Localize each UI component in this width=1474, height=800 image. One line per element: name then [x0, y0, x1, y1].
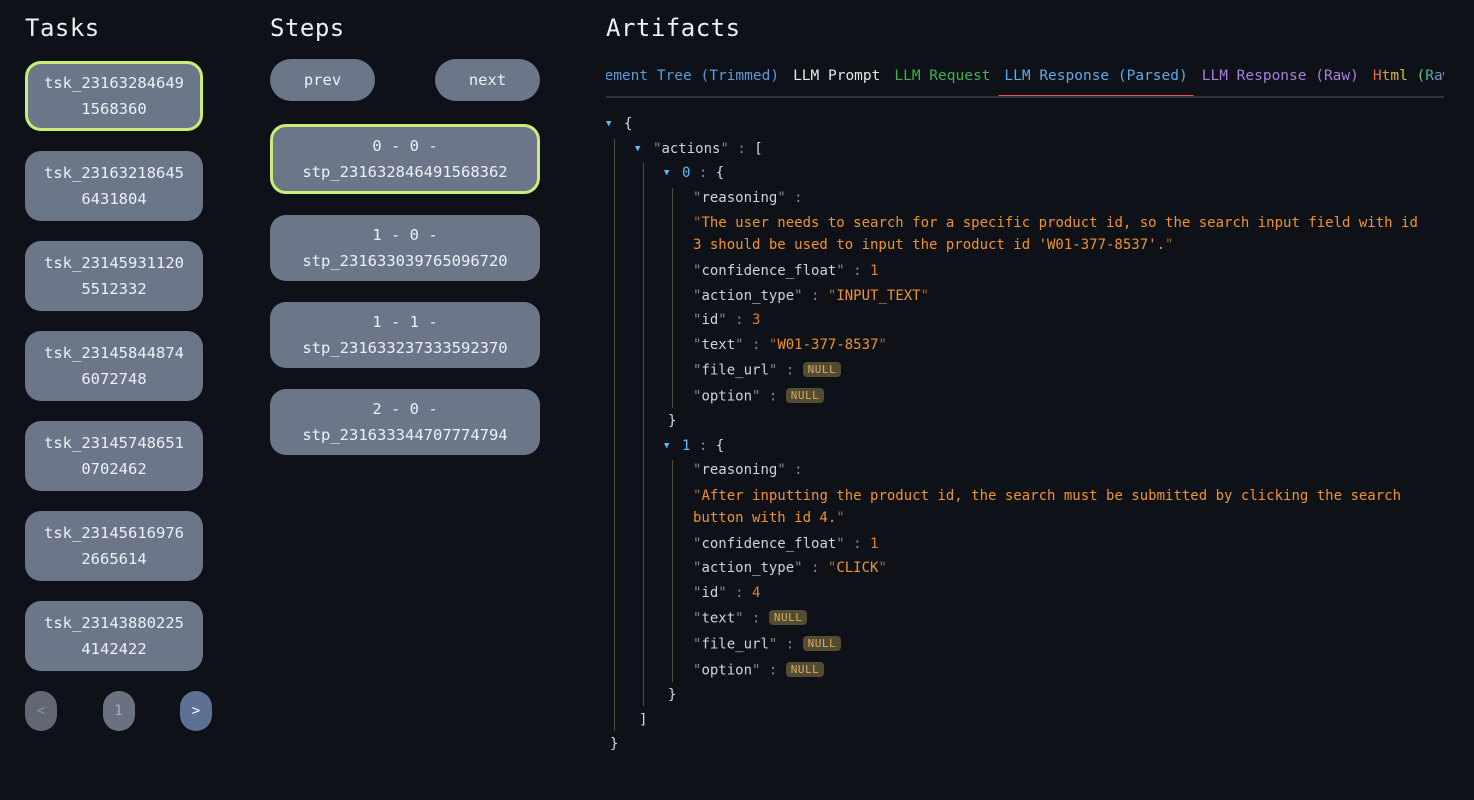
prev-step-button[interactable]: prev — [270, 59, 375, 101]
json-line: "reasoning" : — [693, 188, 1444, 209]
task-item[interactable]: tsk_231632186456431804 — [25, 151, 203, 221]
tab-llm-prompt[interactable]: LLM Prompt — [793, 68, 880, 96]
json-line: } — [606, 734, 1444, 755]
json-value: 1 — [870, 536, 878, 552]
json-children: ▼"actions" : [ ▼0 : { "reasoning" : "The us… — [614, 139, 1444, 731]
json-key: actions — [661, 141, 720, 157]
json-line: "file_url" : NULL — [693, 359, 1444, 382]
json-key: confidence_float — [701, 263, 836, 279]
null-badge: NULL — [786, 662, 825, 677]
tasks-title: Tasks — [25, 14, 213, 42]
json-line: "action_type" : "CLICK" — [693, 558, 1444, 579]
json-key: reasoning — [701, 190, 777, 206]
step-nav: prev next — [270, 59, 540, 101]
json-value: "The user needs to search for a specific… — [693, 212, 1423, 256]
json-value: 1 — [870, 263, 878, 279]
json-value: CLICK — [836, 560, 878, 576]
json-line: ▼1 : { — [664, 436, 1444, 457]
json-line: "text" : "W01-377-8537" — [693, 335, 1444, 356]
json-tree-viewer: ▼{ ▼"actions" : [ ▼0 : { "reasoning" : "The … — [606, 114, 1444, 755]
json-line: "action_type" : "INPUT_TEXT" — [693, 286, 1444, 307]
tasks-pagination: < 1 > — [25, 691, 212, 731]
steps-panel: Steps prev next 0 - 0 - stp_231632846491… — [270, 0, 540, 455]
tab-llm-request[interactable]: LLM Request — [894, 68, 990, 96]
step-item[interactable]: 1 - 1 - stp_231633237333592370 — [270, 302, 540, 368]
collapse-toggle-icon[interactable]: ▼ — [664, 163, 682, 184]
pagination-next-button[interactable]: > — [180, 691, 212, 731]
json-line: "option" : NULL — [693, 659, 1444, 682]
json-value: 4 — [752, 585, 760, 601]
json-value: 3 — [752, 312, 760, 328]
null-badge: NULL — [803, 362, 842, 377]
step-item[interactable]: 0 - 0 - stp_231632846491568362 — [270, 124, 540, 194]
collapse-toggle-icon[interactable]: ▼ — [664, 436, 682, 457]
task-item[interactable]: tsk_231457486510702462 — [25, 421, 203, 491]
json-key: text — [701, 611, 735, 627]
json-key: action_type — [701, 560, 794, 576]
collapse-toggle-icon[interactable]: ▼ — [635, 139, 653, 160]
tab-element-tree-trimmed[interactable]: Element Tree (Trimmed) — [606, 68, 779, 96]
json-value: "After inputting the product id, the sea… — [693, 485, 1423, 529]
json-line: } — [664, 685, 1444, 706]
json-line: "confidence_float" : 1 — [693, 261, 1444, 282]
json-line: ▼{ — [606, 114, 1444, 135]
json-value: W01-377-8537 — [777, 337, 878, 353]
json-key: id — [701, 312, 718, 328]
json-line: "option" : NULL — [693, 385, 1444, 408]
null-badge: NULL — [803, 636, 842, 651]
tab-llm-response-raw[interactable]: LLM Response (Raw) — [1202, 68, 1359, 96]
json-line: } — [664, 411, 1444, 432]
task-item[interactable]: tsk_231438802254142422 — [25, 601, 203, 671]
json-key: action_type — [701, 288, 794, 304]
json-line: ▼"actions" : [ — [635, 139, 1444, 160]
json-line: "id" : 3 — [693, 310, 1444, 331]
json-line: ] — [635, 710, 1444, 731]
json-children: "reasoning" : "The user needs to search f… — [672, 188, 1444, 408]
json-line: "id" : 4 — [693, 583, 1444, 604]
artifacts-title: Artifacts — [606, 14, 1444, 42]
task-list: tsk_231632846491568360 tsk_23163218645643… — [25, 61, 203, 671]
json-key: option — [701, 389, 752, 405]
next-step-button[interactable]: next — [435, 59, 540, 101]
task-item[interactable]: tsk_231632846491568360 — [25, 61, 203, 131]
json-line: "reasoning" : — [693, 460, 1444, 481]
null-badge: NULL — [786, 388, 825, 403]
pagination-page-button[interactable]: 1 — [103, 691, 135, 731]
json-key: file_url — [701, 363, 768, 379]
pagination-prev-button[interactable]: < — [25, 691, 57, 731]
tab-llm-response-parsed[interactable]: LLM Response (Parsed) — [1004, 68, 1187, 96]
tasks-panel: Tasks tsk_231632846491568360 tsk_23163218… — [25, 0, 213, 731]
json-key: file_url — [701, 637, 768, 653]
task-item[interactable]: tsk_231459311205512332 — [25, 241, 203, 311]
json-key: text — [701, 337, 735, 353]
json-line: "file_url" : NULL — [693, 633, 1444, 656]
artifacts-panel: Artifacts Element Tree (Trimmed) LLM Prom… — [606, 0, 1444, 759]
artifacts-tabs: Element Tree (Trimmed) LLM Prompt LLM Requ… — [606, 68, 1444, 96]
json-key: id — [701, 585, 718, 601]
json-key: option — [701, 663, 752, 679]
collapse-toggle-icon[interactable]: ▼ — [606, 114, 624, 135]
json-line: "confidence_float" : 1 — [693, 534, 1444, 555]
step-item[interactable]: 2 - 0 - stp_231633344707774794 — [270, 389, 540, 455]
step-item[interactable]: 1 - 0 - stp_231633039765096720 — [270, 215, 540, 281]
json-value: INPUT_TEXT — [836, 288, 920, 304]
artifacts-tab-bar: Element Tree (Trimmed) LLM Prompt LLM Requ… — [606, 68, 1444, 98]
app-root: Tasks tsk_231632846491568360 tsk_23163218… — [0, 0, 1474, 759]
json-key: reasoning — [701, 462, 777, 478]
json-children: "reasoning" : "After inputting the produc… — [672, 460, 1444, 682]
json-line: "text" : NULL — [693, 607, 1444, 630]
task-item[interactable]: tsk_231458448746072748 — [25, 331, 203, 401]
steps-title: Steps — [270, 14, 540, 42]
step-list: 0 - 0 - stp_231632846491568362 1 - 0 - st… — [270, 124, 540, 455]
task-item[interactable]: tsk_231456169762665614 — [25, 511, 203, 581]
json-children: ▼0 : { "reasoning" : "The user needs to se… — [643, 163, 1444, 706]
null-badge: NULL — [769, 610, 808, 625]
json-line: ▼0 : { — [664, 163, 1444, 184]
json-key: confidence_float — [701, 536, 836, 552]
tab-html-raw[interactable]: Html (Raw) — [1373, 68, 1444, 96]
